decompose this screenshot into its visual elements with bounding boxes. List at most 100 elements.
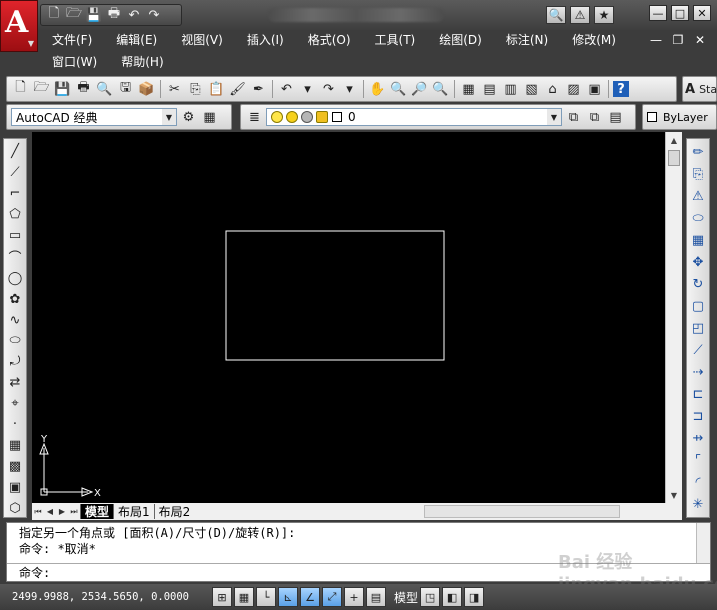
copy-object-icon[interactable]: ⎘ xyxy=(688,165,708,183)
minimize-button[interactable]: — xyxy=(649,5,667,21)
scroll-up-icon[interactable]: ▲ xyxy=(666,132,682,148)
color-combo[interactable]: ByLayer xyxy=(663,111,708,124)
undo-icon[interactable]: ↶ xyxy=(277,80,296,98)
ellipse-arc-icon[interactable]: ⤾ xyxy=(5,353,25,370)
extend-icon[interactable]: ⇢ xyxy=(688,363,708,381)
maximize-button[interactable]: □ xyxy=(671,5,689,21)
favorites-icon[interactable]: ★ xyxy=(594,6,614,24)
spline-icon[interactable]: ∿ xyxy=(5,312,25,329)
layer-manager-icon[interactable]: ≣ xyxy=(245,108,264,126)
polar-tracking-icon[interactable]: ⊾ xyxy=(278,587,298,607)
scroll-thumb[interactable] xyxy=(668,150,680,166)
insert-block-icon[interactable]: ⇄ xyxy=(5,374,25,391)
coordinate-readout[interactable]: 2499.9988, 2534.5650, 0.0000 xyxy=(0,591,210,603)
markup-icon[interactable]: ⌂ xyxy=(543,80,562,98)
drawing-canvas[interactable]: Y X ▲ ▼ ⏮ ◀ ▶ ⏭ 模型 布局1 布局2 xyxy=(32,132,682,520)
break-at-point-icon[interactable]: ⊏ xyxy=(688,385,708,403)
circle-icon[interactable]: ◯ xyxy=(5,270,25,287)
sheet-set-icon[interactable]: ▧ xyxy=(522,80,541,98)
tab-layout1[interactable]: 布局1 xyxy=(113,504,154,519)
horizontal-scrollbar[interactable] xyxy=(424,505,621,518)
quick-view-drawings-icon[interactable]: ◧ xyxy=(442,587,463,607)
gear-icon[interactable]: ⚙ xyxy=(179,108,198,126)
zoom-realtime-icon[interactable]: 🔍 xyxy=(389,80,408,98)
move-icon[interactable]: ✥ xyxy=(688,253,708,271)
menu-file[interactable]: 文件(F) xyxy=(40,30,104,50)
workspace-select[interactable]: AutoCAD 经典 ▼ xyxy=(11,108,177,126)
undo-icon[interactable]: ↶ xyxy=(125,6,143,24)
construction-line-icon[interactable]: ⟋ xyxy=(5,164,25,181)
dbconnect-icon[interactable]: ▨ xyxy=(564,80,583,98)
polygon-icon[interactable]: ⬠ xyxy=(5,206,25,223)
first-tab-icon[interactable]: ⏮ xyxy=(32,504,44,519)
lineweight-icon[interactable]: ▤ xyxy=(366,587,386,607)
menu-draw[interactable]: 绘图(D) xyxy=(427,30,494,50)
pan-status-icon[interactable]: ◨ xyxy=(464,587,485,607)
new-icon[interactable]: 🗋 xyxy=(45,6,63,24)
publish-icon[interactable]: 🖫 xyxy=(116,80,135,98)
make-current-icon[interactable]: ⧉ xyxy=(564,108,583,126)
gradient-icon[interactable]: ▩ xyxy=(5,458,25,475)
stretch-icon[interactable]: ◰ xyxy=(688,319,708,337)
open-icon[interactable]: 🗁 xyxy=(65,6,83,24)
chevron-down-icon[interactable]: ▼ xyxy=(547,109,561,125)
grid-display-icon[interactable]: ▦ xyxy=(234,587,254,607)
doc-minimize-button[interactable]: — xyxy=(647,32,665,48)
hatch-icon[interactable]: ▦ xyxy=(5,437,25,454)
tool-palettes-icon[interactable]: ▥ xyxy=(501,80,520,98)
undo-dropdown-icon[interactable]: ▾ xyxy=(298,80,317,98)
join-icon[interactable]: ⇸ xyxy=(688,429,708,447)
make-block-icon[interactable]: ⌖ xyxy=(5,395,25,412)
3d-dwf-icon[interactable]: 📦 xyxy=(137,80,156,98)
menu-dimension[interactable]: 标注(N) xyxy=(494,30,560,50)
save-icon[interactable]: 💾 xyxy=(85,6,103,24)
menu-format[interactable]: 格式(O) xyxy=(296,30,363,50)
text-style-combo[interactable]: Sta xyxy=(699,83,717,96)
mirror-icon[interactable]: ⚠ xyxy=(688,187,708,205)
snap-mode-icon[interactable]: ⊞ xyxy=(212,587,232,607)
copy-icon[interactable]: ⎘ xyxy=(186,80,205,98)
tab-layout2[interactable]: 布局2 xyxy=(153,504,195,519)
rectangle-entity[interactable] xyxy=(225,230,445,361)
next-tab-icon[interactable]: ▶ xyxy=(56,504,68,519)
match-properties-icon[interactable]: 🖌 xyxy=(228,80,247,98)
erase-icon[interactable]: ✏ xyxy=(688,143,708,161)
line-icon[interactable]: ╱ xyxy=(5,143,25,160)
menu-insert[interactable]: 插入(I) xyxy=(235,30,296,50)
tab-model[interactable]: 模型 xyxy=(80,504,114,519)
communication-center-icon[interactable]: ⚠ xyxy=(570,6,590,24)
rotate-icon[interactable]: ↻ xyxy=(688,275,708,293)
scale-icon[interactable]: ▢ xyxy=(688,297,708,315)
dynamic-input-icon[interactable]: + xyxy=(344,587,364,607)
print-icon[interactable]: 🖶 xyxy=(105,6,123,24)
help-icon[interactable]: ? xyxy=(613,81,629,97)
quick-view-layouts-icon[interactable]: ◳ xyxy=(420,587,441,607)
workspace-grid-icon[interactable]: ▦ xyxy=(200,108,219,126)
scroll-down-icon[interactable]: ▼ xyxy=(666,487,682,503)
block-editor-icon[interactable]: ✒ xyxy=(249,80,268,98)
layer-state-icon[interactable]: ▤ xyxy=(606,108,625,126)
chevron-down-icon[interactable]: ▼ xyxy=(162,109,176,125)
redo-icon[interactable]: ↷ xyxy=(145,6,163,24)
point-icon[interactable]: · xyxy=(5,416,25,433)
search-icon[interactable]: 🔍 xyxy=(546,6,566,24)
break-icon[interactable]: ⊐ xyxy=(688,407,708,425)
menu-modify[interactable]: 修改(M) xyxy=(560,30,628,50)
redo-icon[interactable]: ↷ xyxy=(319,80,338,98)
properties-icon[interactable]: ▦ xyxy=(459,80,478,98)
paste-icon[interactable]: 📋 xyxy=(207,80,226,98)
last-tab-icon[interactable]: ⏭ xyxy=(68,504,80,519)
arc-icon[interactable]: ⌒ xyxy=(5,248,25,266)
menu-edit[interactable]: 编辑(E) xyxy=(104,30,169,50)
qnew-icon[interactable]: 🗋 xyxy=(11,80,30,98)
model-space-button[interactable]: 模型 xyxy=(394,589,418,606)
plot-preview-icon[interactable]: 🔍 xyxy=(95,80,114,98)
chamfer-icon[interactable]: ⌜ xyxy=(688,451,708,469)
quickcalc-icon[interactable]: ▣ xyxy=(585,80,604,98)
table-icon[interactable]: ⬡ xyxy=(5,500,25,517)
object-snap-icon[interactable]: ∠ xyxy=(300,587,320,607)
array-icon[interactable]: ▦ xyxy=(688,231,708,249)
open-icon[interactable]: 🗁 xyxy=(32,80,51,98)
text-style-icon[interactable]: A xyxy=(685,80,695,98)
doc-close-button[interactable]: ✕ xyxy=(691,32,709,48)
